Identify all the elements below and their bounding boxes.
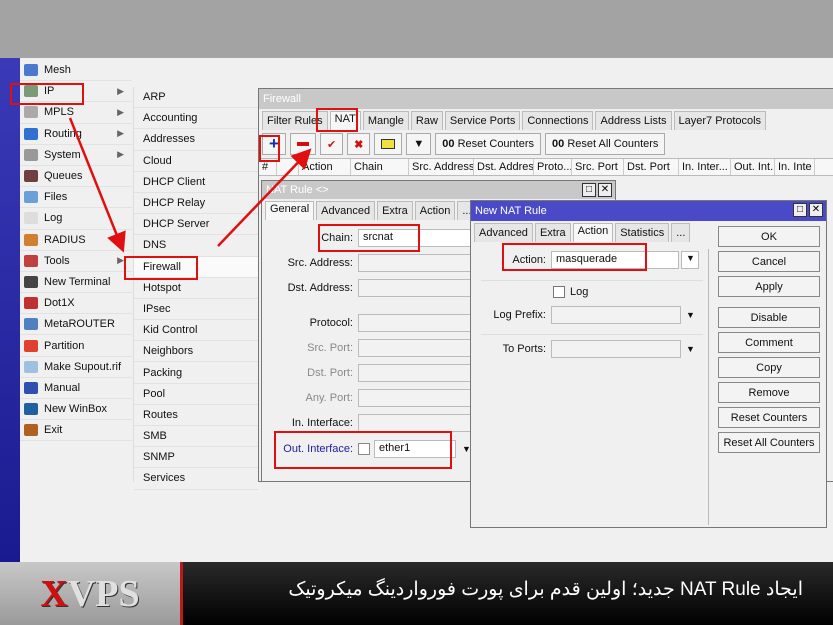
bottom-banner: XVPS ایجاد NAT Rule جدید؛ اولین قدم برای… <box>0 562 833 625</box>
arrow-firewall-to-nat <box>217 148 312 247</box>
arrow-ip-to-firewall <box>68 117 126 253</box>
annotation-arrows <box>68 117 312 253</box>
xvps-logo: XVPS <box>0 562 183 625</box>
banner-title: ایجاد NAT Rule جدید؛ اولین قدم برای پورت… <box>288 579 803 600</box>
